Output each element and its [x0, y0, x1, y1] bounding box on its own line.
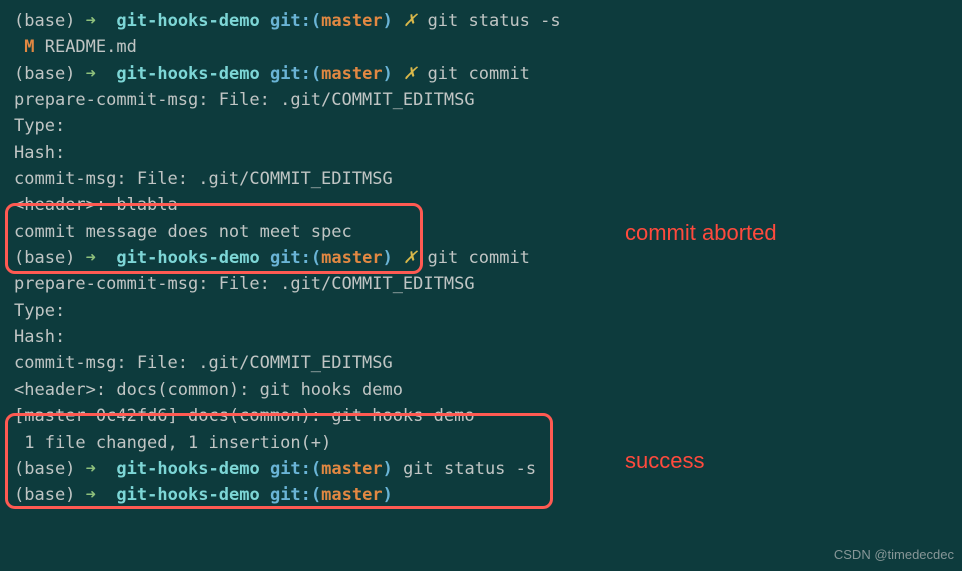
prompt-folder: git-hooks-demo [116, 64, 259, 84]
cmd-text: git status -s [428, 11, 561, 31]
annotation-success: success [625, 444, 704, 478]
output-text: commit message does not meet spec [14, 222, 352, 242]
prompt-arrow: ➜ [86, 459, 96, 479]
prompt-arrow: ➜ [86, 11, 96, 31]
output-text: Type: [14, 301, 65, 321]
cmd-text: git commit [428, 64, 530, 84]
prompt-git-close: ) [383, 11, 393, 31]
output-text: commit-msg: File: .git/COMMIT_EDITMSG [14, 169, 393, 189]
output-text: commit-msg: File: .git/COMMIT_EDITMSG [14, 353, 393, 373]
output-text: <header>: docs(common): git hooks demo [14, 380, 403, 400]
terminal-line: (base) ➜ git-hooks-demo git:(master) ✗ g… [14, 8, 948, 34]
output-text: <header>: blabla [14, 195, 178, 215]
terminal-line: commit-msg: File: .git/COMMIT_EDITMSG [14, 166, 948, 192]
output-text: Hash: [14, 327, 65, 347]
prompt-git-open: git:( [270, 485, 321, 505]
prompt-git-open: git:( [270, 459, 321, 479]
prompt-arrow: ➜ [86, 64, 96, 84]
terminal-line: [master 0c42fd6] docs(common): git hooks… [14, 403, 948, 429]
prompt-base: (base) [14, 485, 75, 505]
prompt-git-close: ) [383, 459, 393, 479]
terminal-line: <header>: docs(common): git hooks demo [14, 377, 948, 403]
terminal-line: commit-msg: File: .git/COMMIT_EDITMSG [14, 350, 948, 376]
output-text: prepare-commit-msg: File: .git/COMMIT_ED… [14, 274, 475, 294]
terminal-line: 1 file changed, 1 insertion(+) [14, 430, 948, 456]
prompt-git-open: git:( [270, 64, 321, 84]
prompt-arrow: ➜ [86, 485, 96, 505]
git-mod-marker: M [14, 37, 45, 57]
terminal-line: (base) ➜ git-hooks-demo git:(master) [14, 482, 948, 508]
terminal-line: (base) ➜ git-hooks-demo git:(master) git… [14, 456, 948, 482]
terminal-line: prepare-commit-msg: File: .git/COMMIT_ED… [14, 87, 948, 113]
terminal-line: prepare-commit-msg: File: .git/COMMIT_ED… [14, 271, 948, 297]
prompt-branch: master [321, 485, 382, 505]
annotation-aborted: commit aborted [625, 216, 777, 250]
terminal-line: Type: [14, 113, 948, 139]
prompt-folder: git-hooks-demo [116, 248, 259, 268]
cmd-text: git status -s [403, 459, 536, 479]
terminal-line: Hash: [14, 140, 948, 166]
prompt-folder: git-hooks-demo [116, 11, 259, 31]
output-text: prepare-commit-msg: File: .git/COMMIT_ED… [14, 90, 475, 110]
cmd-text: git commit [428, 248, 530, 268]
terminal-line: M README.md [14, 34, 948, 60]
prompt-branch: master [321, 248, 382, 268]
terminal-line: (base) ➜ git-hooks-demo git:(master) ✗ g… [14, 245, 948, 271]
prompt-folder: git-hooks-demo [116, 459, 259, 479]
prompt-base: (base) [14, 11, 75, 31]
output-text: Type: [14, 116, 65, 136]
prompt-dirty: ✗ [403, 248, 417, 268]
output-text: Hash: [14, 143, 65, 163]
prompt-git-close: ) [383, 485, 393, 505]
prompt-arrow: ➜ [86, 248, 96, 268]
prompt-base: (base) [14, 64, 75, 84]
prompt-base: (base) [14, 248, 75, 268]
prompt-git-open: git:( [270, 248, 321, 268]
watermark: CSDN @timedecdec [834, 545, 954, 565]
prompt-git-open: git:( [270, 11, 321, 31]
prompt-git-close: ) [383, 64, 393, 84]
prompt-base: (base) [14, 459, 75, 479]
terminal-line: (base) ➜ git-hooks-demo git:(master) ✗ g… [14, 61, 948, 87]
prompt-dirty: ✗ [403, 11, 417, 31]
modified-file: README.md [45, 37, 137, 57]
output-text: [master 0c42fd6] docs(common): git hooks… [14, 406, 475, 426]
terminal-line: <header>: blabla [14, 192, 948, 218]
prompt-branch: master [321, 64, 382, 84]
prompt-folder: git-hooks-demo [116, 485, 259, 505]
prompt-git-close: ) [383, 248, 393, 268]
terminal-line: Type: [14, 298, 948, 324]
terminal-line: Hash: [14, 324, 948, 350]
output-text: 1 file changed, 1 insertion(+) [14, 433, 331, 453]
prompt-dirty: ✗ [403, 64, 417, 84]
prompt-branch: master [321, 459, 382, 479]
terminal-line: commit message does not meet spec [14, 219, 948, 245]
prompt-branch: master [321, 11, 382, 31]
